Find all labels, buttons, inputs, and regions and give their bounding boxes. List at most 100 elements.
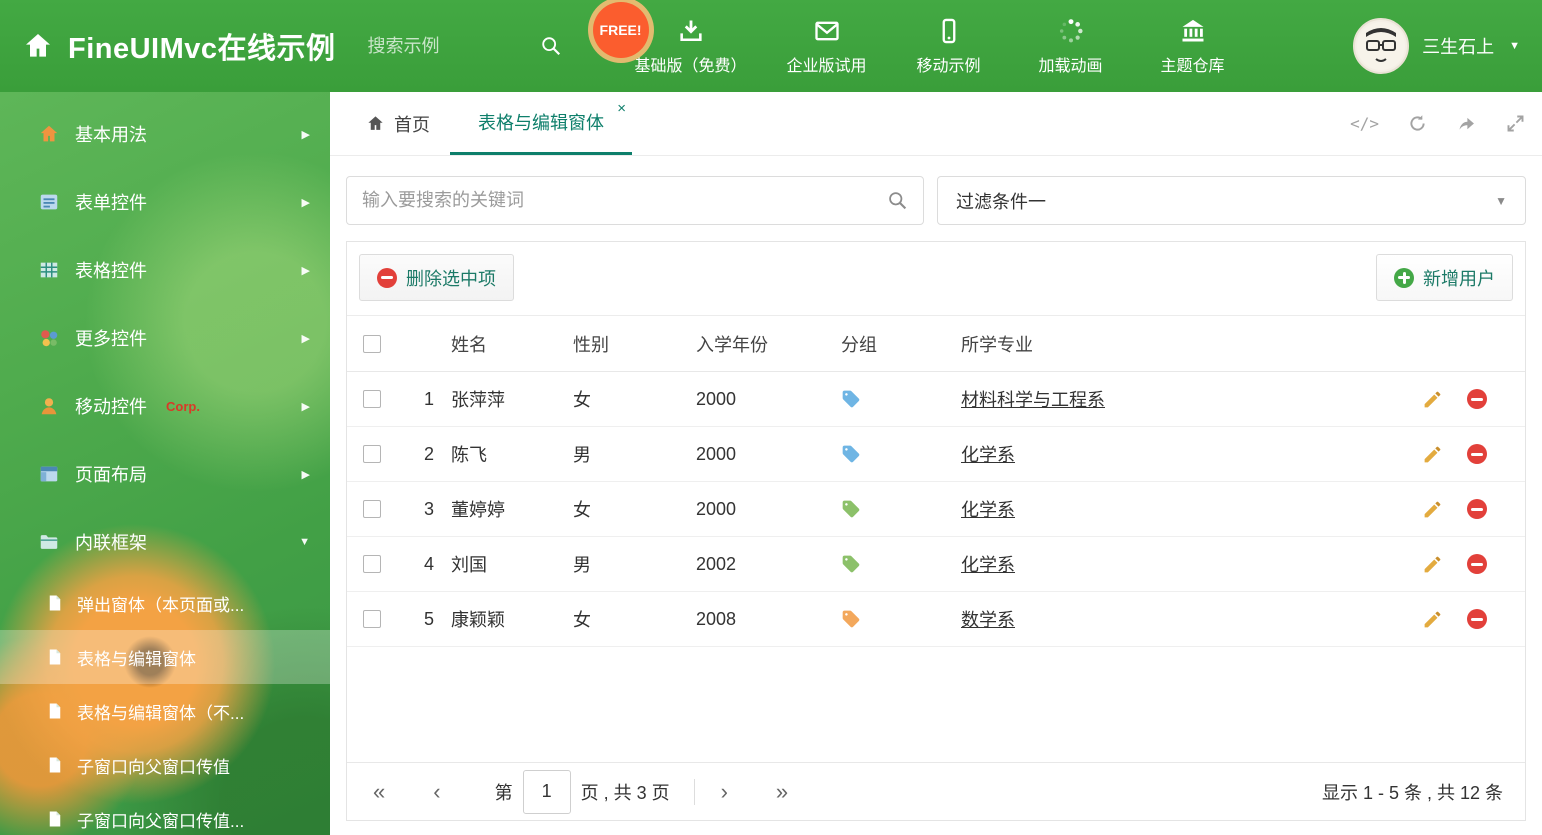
sidebar-item-basic-usage[interactable]: 基本用法 ▶ [0, 100, 330, 168]
header-search-input[interactable] [367, 35, 528, 57]
sidebar-item-inline-frame[interactable]: 内联框架 ▼ [0, 508, 330, 576]
sidebar-item-label: 表单控件 [75, 193, 147, 213]
filter-dropdown[interactable]: 过滤条件一 ▼ [937, 176, 1526, 225]
add-user-button[interactable]: 新增用户 [1376, 254, 1513, 301]
sidebar-subitem-child-to-parent[interactable]: 子窗口向父窗口传值 [0, 738, 330, 792]
sidebar-item-label: 内联框架 [75, 533, 147, 553]
users-grid-panel: 删除选中项 新增用户 姓名 性别 入学年份 分组 所学专业 1 张萍萍 女 20… [346, 241, 1526, 821]
layout-icon [40, 466, 58, 482]
expand-icon[interactable] [1505, 113, 1526, 134]
cell-name: 刘国 [451, 555, 487, 575]
column-header-year[interactable]: 入学年份 [696, 331, 841, 357]
select-all-checkbox[interactable] [363, 334, 381, 353]
sidebar-subitem-label: 表格与编辑窗体 [77, 649, 196, 669]
sidebar-subitem-label: 表格与编辑窗体（不... [77, 703, 245, 723]
delete-icon[interactable] [1467, 444, 1487, 464]
spinner-icon [1059, 18, 1083, 42]
row-checkbox[interactable] [363, 445, 381, 463]
nav-label: 主题仓库 [1160, 57, 1225, 75]
share-icon[interactable] [1456, 113, 1477, 134]
nav-theme-repo[interactable]: 主题仓库 [1151, 17, 1235, 76]
tab-home[interactable]: 首页 [346, 92, 450, 155]
brand[interactable]: FineUIMvc在线示例 [22, 25, 336, 67]
table-header: 姓名 性别 入学年份 分组 所学专业 [347, 315, 1525, 372]
tab-label: 表格与编辑窗体 [478, 113, 604, 133]
cell-year: 2000 [696, 498, 737, 519]
close-icon[interactable]: × [617, 101, 626, 116]
file-icon [49, 649, 61, 665]
cell-year: 2000 [696, 388, 737, 409]
download-icon [679, 20, 702, 41]
row-index: 2 [423, 443, 434, 464]
chevron-right-icon: ▶ [301, 332, 310, 345]
cell-name: 康颖颖 [451, 610, 505, 630]
user-menu[interactable]: 三生石上 ▼ [1353, 18, 1520, 74]
tag-icon [842, 500, 860, 518]
nav-loading-animation[interactable]: 加载动画 [1029, 17, 1113, 76]
row-index: 5 [423, 608, 434, 629]
nav-basic-free[interactable]: 基础版（免费） [635, 17, 747, 76]
page-number-input[interactable] [522, 769, 571, 814]
top-nav: FREE! 基础版（免费） 企业版试用 移动示例 加载动画 主题仓库 [592, 0, 1235, 92]
sidebar-subitem-grid-edit-window[interactable]: 表格与编辑窗体 [0, 630, 330, 684]
source-code-icon[interactable]: </> [1350, 114, 1379, 133]
sidebar-item-mobile-controls[interactable]: 移动控件 Corp. ▶ [0, 372, 330, 440]
username: 三生石上 [1422, 37, 1495, 57]
nav-enterprise-trial[interactable]: 企业版试用 [785, 17, 869, 76]
tab-bar: 首页 表格与编辑窗体 × </> [330, 92, 1542, 156]
frame-icon [40, 535, 58, 549]
cell-gender: 女 [573, 390, 591, 410]
column-header-gender[interactable]: 性别 [573, 331, 696, 357]
delete-icon[interactable] [1467, 609, 1487, 629]
column-header-name[interactable]: 姓名 [451, 331, 573, 357]
edit-icon[interactable] [1422, 389, 1443, 410]
delete-icon[interactable] [1467, 389, 1487, 409]
sidebar-subitem-popup-window[interactable]: 弹出窗体（本页面或... [0, 576, 330, 630]
major-link[interactable]: 化学系 [961, 496, 1015, 522]
sidebar: 基本用法 ▶ 表单控件 ▶ 表格控件 ▶ 更多控件 ▶ 移动控件 Corp. ▶… [0, 92, 330, 835]
top-header: FineUIMvc在线示例 FREE! 基础版（免费） 企业版试用 移动示例 [0, 0, 1542, 92]
cell-year: 2002 [696, 553, 737, 574]
search-icon[interactable] [887, 190, 908, 211]
row-checkbox[interactable] [363, 555, 381, 573]
sidebar-subitem-grid-edit-window-2[interactable]: 表格与编辑窗体（不... [0, 684, 330, 738]
column-header-major[interactable]: 所学专业 [961, 331, 1395, 357]
column-header-group[interactable]: 分组 [841, 331, 961, 357]
next-page-button[interactable]: › [717, 779, 732, 805]
edit-icon[interactable] [1422, 609, 1443, 630]
bank-icon [1182, 19, 1204, 41]
edit-icon[interactable] [1422, 499, 1443, 520]
edit-icon[interactable] [1422, 554, 1443, 575]
major-link[interactable]: 材料科学与工程系 [961, 386, 1105, 412]
delete-selected-button[interactable]: 删除选中项 [359, 254, 514, 301]
nav-mobile-demo[interactable]: 移动示例 [907, 17, 991, 76]
delete-icon[interactable] [1467, 554, 1487, 574]
edit-icon[interactable] [1422, 444, 1443, 465]
sidebar-subitem-child-to-parent-2[interactable]: 子窗口向父窗口传值... [0, 792, 330, 835]
sidebar-item-label: 基本用法 [75, 125, 147, 145]
sidebar-item-form-controls[interactable]: 表单控件 ▶ [0, 168, 330, 236]
first-page-button[interactable]: « [369, 779, 389, 805]
table-row: 3 董婷婷 女 2000 化学系 [347, 482, 1525, 537]
free-badge: FREE! [592, 2, 649, 58]
row-checkbox[interactable] [363, 390, 381, 408]
sidebar-item-grid-controls[interactable]: 表格控件 ▶ [0, 236, 330, 304]
delete-icon[interactable] [1467, 499, 1487, 519]
tag-icon [842, 445, 860, 463]
major-link[interactable]: 化学系 [961, 441, 1015, 467]
row-checkbox[interactable] [363, 610, 381, 628]
nav-label: 企业版试用 [786, 57, 867, 75]
search-icon[interactable] [540, 35, 562, 57]
sidebar-item-page-layout[interactable]: 页面布局 ▶ [0, 440, 330, 508]
keyword-search-input[interactable] [362, 190, 887, 211]
major-link[interactable]: 数学系 [961, 606, 1015, 632]
sidebar-subitem-label: 弹出窗体（本页面或... [77, 595, 245, 615]
sidebar-item-more-controls[interactable]: 更多控件 ▶ [0, 304, 330, 372]
last-page-button[interactable]: » [772, 779, 792, 805]
major-link[interactable]: 化学系 [961, 551, 1015, 577]
row-checkbox[interactable] [363, 500, 381, 518]
refresh-icon[interactable] [1407, 113, 1428, 134]
grid-toolbar: 删除选中项 新增用户 [347, 242, 1525, 315]
prev-page-button[interactable]: ‹ [429, 779, 444, 805]
tab-grid-edit-window[interactable]: 表格与编辑窗体 × [450, 92, 632, 155]
